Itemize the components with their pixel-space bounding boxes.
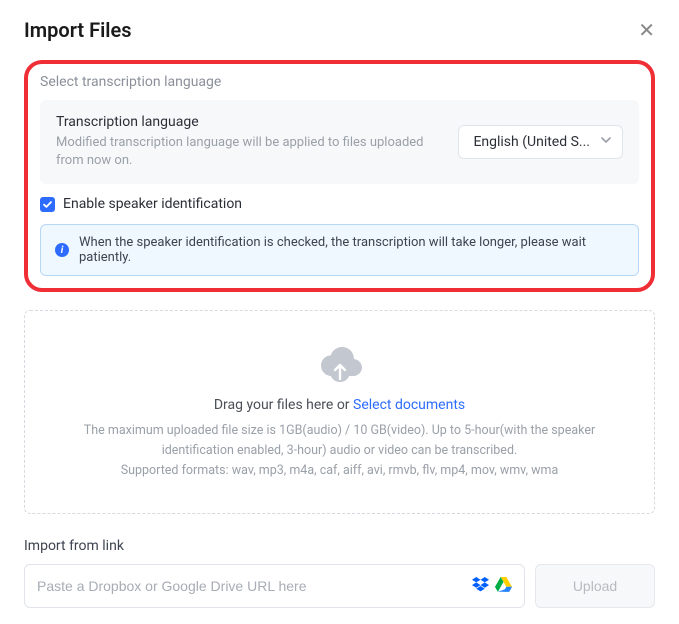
speaker-id-label: Enable speaker identification	[63, 196, 242, 212]
language-select-value: English (United S...	[473, 134, 590, 150]
speaker-id-checkbox[interactable]	[40, 197, 55, 212]
file-dropzone[interactable]: Drag your files here or Select documents…	[24, 310, 655, 514]
language-section-label: Select transcription language	[40, 74, 639, 90]
cloud-upload-icon	[316, 339, 364, 383]
speaker-info-text: When the speaker identification is check…	[79, 235, 624, 265]
import-link-input-wrap	[24, 564, 525, 608]
import-link-input[interactable]	[37, 578, 472, 594]
speaker-info-banner: i When the speaker identification is che…	[40, 224, 639, 276]
dropbox-icon	[472, 577, 489, 596]
chevron-down-icon	[600, 134, 612, 150]
import-link-label: Import from link	[24, 538, 655, 554]
google-drive-icon	[495, 577, 512, 596]
transcription-language-row: Transcription language Modified transcri…	[40, 100, 639, 184]
language-settings-highlight: Select transcription language Transcript…	[24, 60, 655, 292]
drag-text: Drag your files here or	[214, 397, 353, 413]
upload-button[interactable]: Upload	[535, 564, 655, 608]
language-select[interactable]: English (United S...	[458, 125, 623, 159]
transcription-language-title: Transcription language	[56, 114, 442, 130]
speaker-id-row: Enable speaker identification	[40, 196, 639, 212]
dialog-title: Import Files	[24, 18, 132, 42]
dialog-header: Import Files ✕	[24, 18, 655, 42]
transcription-language-desc: Modified transcription language will be …	[56, 134, 442, 170]
brand-icons	[472, 577, 512, 596]
select-documents-link[interactable]: Select documents	[353, 397, 465, 413]
transcription-language-text: Transcription language Modified transcri…	[56, 114, 442, 170]
close-icon[interactable]: ✕	[638, 20, 655, 40]
supported-formats-text: Supported formats: wav, mp3, m4a, caf, a…	[49, 461, 630, 481]
info-icon: i	[55, 243, 69, 257]
upload-limits-text: The maximum uploaded file size is 1GB(au…	[49, 421, 630, 461]
import-link-row: Upload	[24, 564, 655, 608]
drag-instruction: Drag your files here or Select documents	[49, 397, 630, 413]
